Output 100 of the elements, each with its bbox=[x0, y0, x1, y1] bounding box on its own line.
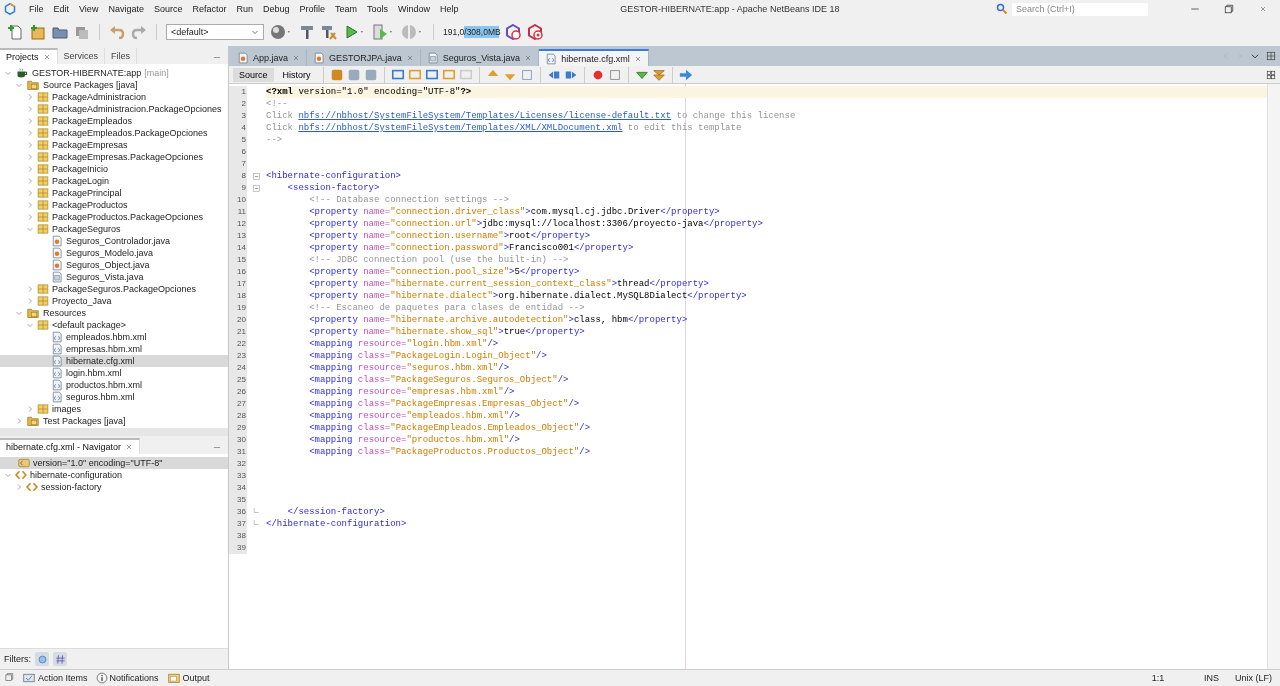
tree-item[interactable]: images bbox=[0, 403, 228, 415]
menu-item[interactable]: Source bbox=[148, 4, 188, 14]
tree-item[interactable]: Proyecto_Java bbox=[0, 295, 228, 307]
tree-item[interactable]: PackageEmpleados bbox=[0, 115, 228, 127]
editor-tool-icon[interactable] bbox=[329, 67, 344, 82]
filter-button[interactable] bbox=[53, 652, 67, 666]
close-window-icon[interactable] bbox=[1259, 5, 1267, 13]
code-link[interactable]: nbfs://nbhost/SystemFileSystem/Templates/XML/XMLDocument.xml bbox=[298, 123, 623, 133]
close-icon[interactable] bbox=[633, 54, 642, 63]
status-button[interactable]: Output bbox=[166, 672, 210, 684]
menu-item[interactable]: Debug bbox=[258, 4, 295, 14]
maximize-icon[interactable] bbox=[1266, 51, 1276, 61]
menu-item[interactable]: Help bbox=[435, 4, 464, 14]
tree-item[interactable]: login.hbm.xml bbox=[0, 367, 228, 379]
stop-icon[interactable] bbox=[607, 67, 622, 82]
tree-item[interactable]: PackageInicio bbox=[0, 163, 228, 175]
tree-item[interactable]: hibernate-configuration bbox=[0, 469, 228, 481]
run-icon[interactable] bbox=[343, 24, 359, 40]
tree-item[interactable]: PackageEmpleados.PackageOpciones bbox=[0, 127, 228, 139]
panels-icon[interactable] bbox=[4, 673, 14, 683]
tree-item[interactable]: PackageProductos bbox=[0, 199, 228, 211]
undo-icon[interactable] bbox=[109, 24, 125, 40]
view-tab[interactable]: Source bbox=[233, 67, 274, 82]
menu-item[interactable]: Refactor bbox=[187, 4, 232, 14]
gc-stop-icon[interactable] bbox=[527, 24, 543, 40]
view-tab[interactable]: History bbox=[276, 67, 317, 82]
tree-item[interactable]: productos.hbm.xml bbox=[0, 379, 228, 391]
editor-tool-icon[interactable] bbox=[346, 67, 361, 82]
find-tool-icon[interactable] bbox=[441, 67, 456, 82]
close-icon[interactable] bbox=[42, 53, 51, 61]
tree-item[interactable]: Source Packages [java] bbox=[0, 79, 228, 91]
tree-item[interactable]: session-factory bbox=[0, 481, 228, 493]
fold-icon[interactable] bbox=[252, 183, 261, 193]
tree-item[interactable]: PackageAdministracion bbox=[0, 91, 228, 103]
tree-item[interactable]: PackageEmpresas.PackageOpciones bbox=[0, 151, 228, 163]
code-link[interactable]: nbfs://nbhost/SystemFileSystem/Templates/Licenses/license-default.txt bbox=[298, 111, 672, 121]
search-icon[interactable] bbox=[996, 3, 1008, 15]
tree-item[interactable]: seguros.hbm.xml bbox=[0, 391, 228, 403]
close-project-icon[interactable] bbox=[74, 24, 90, 40]
restore-icon[interactable] bbox=[1223, 3, 1235, 15]
menu-item[interactable]: Edit bbox=[48, 4, 75, 14]
menu-item[interactable]: View bbox=[74, 4, 104, 14]
tree-item[interactable]: PackageAdministracion.PackageOpciones bbox=[0, 103, 228, 115]
bookmark-icon[interactable] bbox=[519, 67, 534, 82]
tree-item[interactable]: Resources bbox=[0, 307, 228, 319]
close-icon[interactable] bbox=[125, 443, 134, 451]
tree-item[interactable]: Seguros_Vista.java bbox=[0, 271, 228, 283]
menu-item[interactable]: Team bbox=[330, 4, 363, 14]
scrollbar[interactable] bbox=[1267, 84, 1280, 669]
menu-item[interactable]: File bbox=[24, 4, 49, 14]
search-field[interactable]: Search (Ctrl+I) bbox=[1012, 2, 1148, 16]
menu-item[interactable]: Run bbox=[231, 4, 258, 14]
redo-icon[interactable] bbox=[131, 24, 147, 40]
tree-item[interactable]: PackagePrincipal bbox=[0, 187, 228, 199]
fold-icon[interactable] bbox=[252, 171, 261, 181]
tree-item[interactable]: Seguros_Controlador.java bbox=[0, 235, 228, 247]
globe-icon[interactable] bbox=[270, 24, 286, 40]
right-arrow-icon[interactable] bbox=[678, 67, 693, 82]
scrollbar[interactable] bbox=[0, 428, 228, 436]
tree-item[interactable]: empresas.hbm.xml bbox=[0, 343, 228, 355]
editor-tab[interactable]: App.java bbox=[231, 49, 308, 66]
editor-tab[interactable]: hibernate.cfg.xml bbox=[539, 49, 649, 66]
editor-tab[interactable]: GESTORJPA.java bbox=[307, 49, 421, 66]
profile-icon[interactable] bbox=[401, 24, 417, 40]
editor-tool-icon[interactable] bbox=[363, 67, 378, 82]
panel-tab[interactable]: hibernate.cfg.xml - Navigator bbox=[0, 438, 141, 454]
menu-item[interactable]: Tools bbox=[362, 4, 394, 14]
configuration-dropdown[interactable]: <default> bbox=[166, 24, 264, 40]
status-button[interactable]: Action Items bbox=[22, 672, 88, 684]
filter-button[interactable] bbox=[35, 652, 49, 666]
tree-item[interactable]: hibernate.cfg.xml bbox=[0, 355, 228, 367]
find-tool-icon[interactable] bbox=[390, 67, 405, 82]
tree-item[interactable]: PackageEmpresas bbox=[0, 139, 228, 151]
menu-item[interactable]: Navigate bbox=[103, 4, 149, 14]
tree-item[interactable]: Seguros_Object.java bbox=[0, 259, 228, 271]
find-tool-icon[interactable] bbox=[424, 67, 439, 82]
panel-tab[interactable]: Projects bbox=[0, 48, 58, 64]
tree-item[interactable]: PackageProductos.PackageOpciones bbox=[0, 211, 228, 223]
menu-item[interactable]: Window bbox=[393, 4, 436, 14]
tree-item[interactable]: Test Packages [java] bbox=[0, 415, 228, 427]
layout-icon[interactable] bbox=[1266, 69, 1276, 80]
menu-item[interactable]: Profile bbox=[294, 4, 331, 14]
tree-item[interactable]: PackageSeguros bbox=[0, 223, 228, 235]
tree-item[interactable]: PackageLogin bbox=[0, 175, 228, 187]
debug-icon[interactable] bbox=[372, 24, 388, 40]
tree-item[interactable]: empleados.hbm.xml bbox=[0, 331, 228, 343]
hammer-icon[interactable] bbox=[299, 24, 315, 40]
tree-item[interactable]: version="1.0" encoding="UTF-8" bbox=[0, 457, 228, 469]
open-project-icon[interactable] bbox=[52, 24, 68, 40]
tree-item[interactable]: GESTOR-HIBERNATE:app [main] bbox=[0, 67, 228, 79]
new-file-icon[interactable] bbox=[8, 24, 24, 40]
find-tool-icon[interactable] bbox=[407, 67, 422, 82]
gc-icon[interactable] bbox=[505, 24, 521, 40]
tree-item[interactable]: PackageSeguros.PackageOpciones bbox=[0, 283, 228, 295]
new-project-icon[interactable] bbox=[30, 24, 46, 40]
chevron-icon[interactable] bbox=[1250, 51, 1260, 61]
close-icon[interactable] bbox=[292, 53, 301, 62]
tree-item[interactable]: Seguros_Modelo.java bbox=[0, 247, 228, 259]
tree-item[interactable]: <default package> bbox=[0, 319, 228, 331]
status-button[interactable]: Notifications bbox=[95, 672, 159, 684]
